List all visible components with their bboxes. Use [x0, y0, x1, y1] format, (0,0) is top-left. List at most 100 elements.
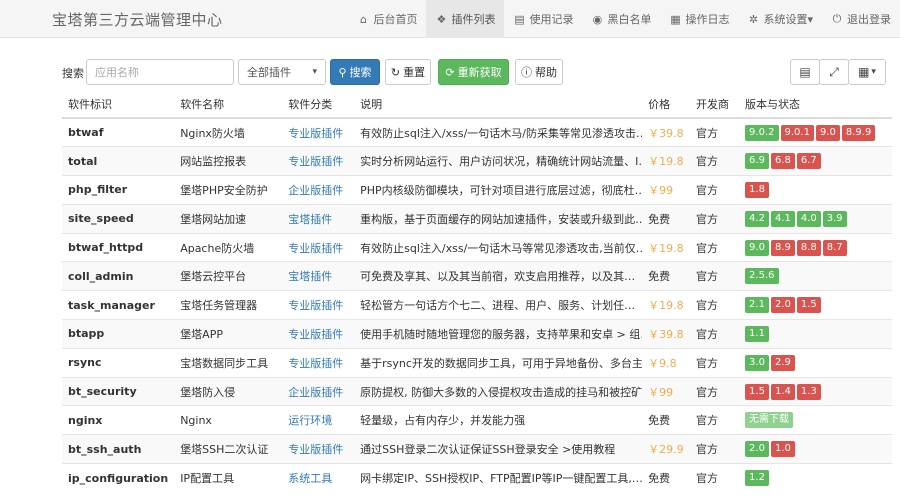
- version-badge[interactable]: 9.0.2: [745, 124, 779, 141]
- plugin-version-cell: 2.0 1.0: [739, 434, 892, 464]
- version-badge[interactable]: 2.0: [770, 297, 795, 314]
- version-badge[interactable]: 1.0: [770, 441, 795, 458]
- version-badge[interactable]: 2.1: [745, 297, 769, 314]
- table-row[interactable]: site_speed 堡塔网站加速 宝塔插件 重构版，基于页面缓存的网站加速插件，安装…: [62, 203, 892, 234]
- plugin-developer-cell: 官方: [690, 347, 740, 378]
- plugin-price-cell-text: 免费: [648, 414, 671, 428]
- table-row[interactable]: task_manager 宝塔任务管理器 专业版插件 轻松管方一句话方个七二、进程、用…: [62, 290, 892, 320]
- plugin-price-cell-text: 免费: [648, 212, 671, 226]
- table-row[interactable]: rsync 宝塔数据同步工具 专业版插件 基于rsync开发的数据同步工具，可用于异地…: [62, 347, 892, 378]
- plugin-category-cell-text[interactable]: 宝塔插件: [288, 213, 332, 226]
- table-row[interactable]: btapp 堡塔APP 专业版插件 使用手机随时随地管理您的服务器，支持苹果和安卓 >…: [62, 319, 892, 349]
- version-badge[interactable]: 2.5.6: [745, 268, 779, 285]
- version-badge[interactable]: 9.0.1: [780, 124, 814, 141]
- plugin-category-cell-text[interactable]: 企业版插件: [288, 184, 343, 197]
- column-header[interactable]: 软件名称: [174, 91, 283, 119]
- version-badge[interactable]: 8.9: [770, 239, 795, 256]
- refetch-button[interactable]: ⟳ 重新获取: [438, 59, 509, 85]
- column-header[interactable]: 开发商: [690, 91, 740, 119]
- version-badge[interactable]: 2.0: [745, 441, 769, 458]
- category-select[interactable]: 全部插件 ▾: [238, 59, 326, 85]
- plugin-category-cell-text[interactable]: 企业版插件: [288, 386, 343, 399]
- fullscreen-button[interactable]: ⤢: [819, 59, 849, 85]
- plugin-category-cell-text[interactable]: 专业版插件: [288, 357, 343, 370]
- plugin-version-cell: 无需下载: [739, 405, 892, 435]
- version-badge[interactable]: 3.9: [822, 210, 847, 227]
- plugin-price-cell-text: ￥19.8: [648, 241, 684, 255]
- version-badge[interactable]: 1.5: [745, 383, 769, 400]
- top-navbar: 宝塔第三方云端管理中心 ⌂ 后台首页 ❖ 插件列表 ▤ 使用记录 ◉ 黑白名单 ▦ 操作日志 ✲ 系统…: [0, 0, 900, 38]
- version-badge[interactable]: 2.9: [770, 354, 795, 371]
- plugin-category-cell-text[interactable]: 宝塔插件: [288, 270, 332, 283]
- version-badge[interactable]: 4.2: [745, 210, 769, 227]
- version-badge[interactable]: 1.8: [745, 181, 769, 198]
- nav-item-0[interactable]: ⌂ 后台首页: [348, 0, 426, 38]
- table-row[interactable]: btwaf_httpd Apache防火墙 专业版插件 有效防止sql注入/xss/一…: [62, 232, 892, 262]
- column-header[interactable]: 版本与状态: [739, 91, 892, 119]
- table-row[interactable]: btwaf Nginx防火墙 专业版插件 有效防止sql注入/xss/一句话木马/防采…: [62, 117, 892, 147]
- version-badge[interactable]: 1.1: [745, 325, 769, 342]
- gear-icon: ✲: [748, 12, 759, 26]
- plugin-category-cell-text[interactable]: 运行环境: [288, 414, 332, 427]
- version-badge[interactable]: 6.8: [770, 153, 795, 170]
- plugin-category-cell-text[interactable]: 专业版插件: [288, 127, 343, 140]
- plugin-category-cell: 企业版插件: [282, 376, 355, 406]
- plugin-category-cell-text[interactable]: 专业版插件: [288, 443, 343, 456]
- grid-icon: ▦: [858, 65, 870, 79]
- version-badge[interactable]: 1.3: [796, 383, 821, 400]
- plugin-name-cell: Nginx防火墙: [174, 117, 283, 147]
- plugin-price-cell-text: ￥19.8: [648, 299, 684, 313]
- table-row[interactable]: total 网站监控报表 专业版插件 实时分析网站运行、用户访问状况，精确统计网站流量…: [62, 146, 892, 176]
- table-row[interactable]: bt_security 堡塔防入侵 企业版插件 原防提权, 防御大多数的入侵提权攻击造…: [62, 376, 892, 406]
- help-button[interactable]: ⓘ 帮助: [515, 59, 563, 85]
- plugin-category-cell-text[interactable]: 专业版插件: [288, 242, 343, 255]
- version-badge[interactable]: 1.4: [770, 383, 795, 400]
- plugin-category-cell-text[interactable]: 系统工具: [288, 472, 332, 485]
- plugin-category-cell-text[interactable]: 专业版插件: [288, 155, 343, 168]
- search-button[interactable]: ⚲ 搜索: [330, 59, 380, 85]
- plugin-category-cell-text[interactable]: 专业版插件: [288, 299, 343, 312]
- version-badge[interactable]: 6.7: [796, 153, 821, 170]
- brand-title[interactable]: 宝塔第三方云端管理中心: [52, 9, 223, 30]
- column-header[interactable]: 软件分类: [282, 91, 355, 119]
- nav-item-label: 使用记录: [529, 13, 574, 26]
- nav-item-2[interactable]: ▤ 使用记录: [504, 0, 582, 38]
- plugin-description-cell: 有效防止sql注入/xss/一句话木马/防采集等常见渗透攻击…: [354, 117, 643, 147]
- version-badge[interactable]: 1.2: [745, 470, 769, 487]
- table-row[interactable]: ip_configuration IP配置工具 系统工具 网卡绑定IP、SSH授权IP…: [62, 463, 892, 493]
- plugin-category-cell-text[interactable]: 专业版插件: [288, 328, 343, 341]
- version-badge[interactable]: 4.0: [796, 210, 821, 227]
- nav-item-6[interactable]: ⏻ 退出登录: [822, 0, 900, 38]
- table-row[interactable]: bt_ssh_auth 堡塔SSH二次认证 专业版插件 通过SSH登录二次认证保证SS…: [62, 434, 892, 464]
- nav-item-5[interactable]: ✲ 系统设置▾: [738, 0, 822, 38]
- version-badge[interactable]: 6.9: [745, 153, 769, 170]
- version-badge[interactable]: 4.1: [770, 210, 795, 227]
- version-badge[interactable]: 1.5: [796, 297, 821, 314]
- nav-item-1[interactable]: ❖ 插件列表: [426, 0, 505, 38]
- version-badge[interactable]: 无需下载: [745, 412, 794, 429]
- plugin-version-cell: 9.0 8.9 8.8 8.7: [739, 232, 892, 262]
- plugin-id-cell: ip_configuration: [62, 463, 175, 493]
- toggle-view-button[interactable]: ▤: [790, 59, 820, 85]
- version-badge[interactable]: 8.9.9: [841, 124, 876, 141]
- version-badge[interactable]: 8.7: [822, 239, 847, 256]
- version-badge[interactable]: 3.0: [745, 354, 769, 371]
- version-badge[interactable]: 9.0: [815, 124, 840, 141]
- plugin-description-cell: 轻松管方一句话方个七二、进程、用户、服务、计划任…: [354, 290, 643, 320]
- table-row[interactable]: coll_admin 堡塔云控平台 宝塔插件 可免费及享其、以及其当前宿，欢支启用推荐…: [62, 261, 892, 291]
- nav-item-label: 插件列表: [451, 13, 496, 26]
- column-header[interactable]: 价格: [642, 91, 691, 119]
- search-input[interactable]: [86, 59, 234, 85]
- columns-button[interactable]: ▦ ▾: [848, 59, 886, 85]
- reset-button[interactable]: ↻ 重置: [385, 59, 431, 85]
- version-badge[interactable]: 8.8: [796, 239, 821, 256]
- nav-item-3[interactable]: ◉ 黑白名单: [582, 0, 660, 38]
- table-row[interactable]: nginx Nginx 运行环境 轻量级，占有内存少，并发能力强 免费 官方 无需下载: [62, 405, 892, 435]
- column-header[interactable]: 软件标识: [62, 91, 175, 119]
- table-row[interactable]: php_filter 堡塔PHP安全防护 企业版插件 PHP内核级防御模块，可针对项目…: [62, 175, 892, 205]
- nav-item-label: 后台首页: [373, 13, 418, 26]
- column-header[interactable]: 说明: [354, 91, 643, 119]
- plugin-price-cell: ￥99: [642, 376, 691, 406]
- nav-item-4[interactable]: ▦ 操作日志: [660, 0, 738, 38]
- version-badge[interactable]: 9.0: [745, 239, 769, 256]
